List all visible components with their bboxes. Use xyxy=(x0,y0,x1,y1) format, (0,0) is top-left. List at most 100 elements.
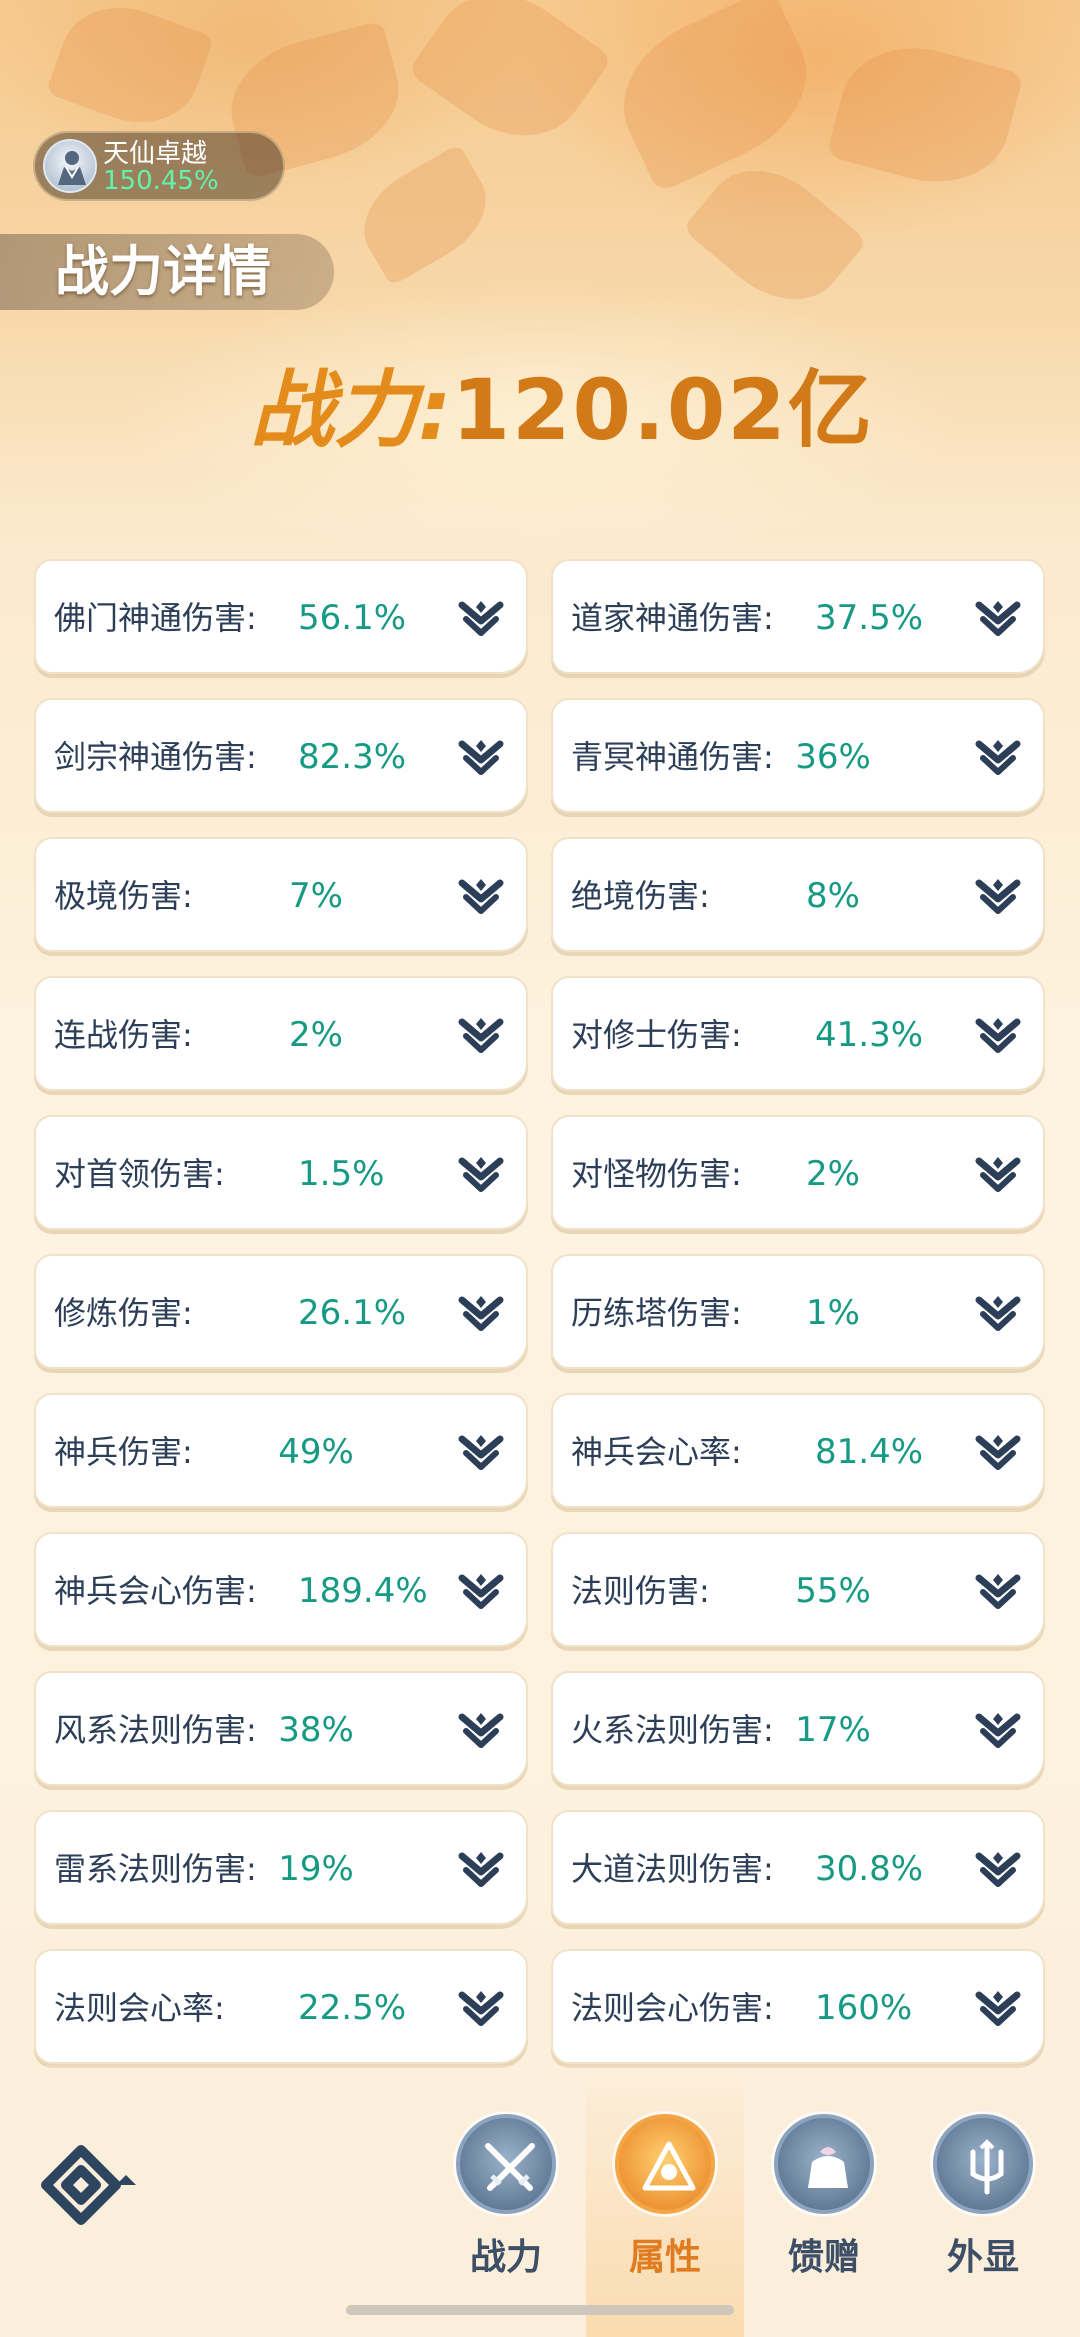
chevron-down-icon[interactable] xyxy=(975,599,1021,639)
rank-name: 天仙卓越 xyxy=(103,139,208,169)
stat-label: 道家神通伤害: xyxy=(571,599,774,637)
stat-card[interactable]: 青冥神通伤害: 36% xyxy=(551,698,1045,813)
stat-value: 8% xyxy=(806,876,860,916)
stat-value: 2% xyxy=(806,1154,860,1194)
stat-card[interactable]: 法则会心率: 22.5% xyxy=(34,1949,528,2064)
chevron-down-icon[interactable] xyxy=(458,1294,504,1334)
crossed-swords-icon xyxy=(456,2114,556,2214)
chevron-down-icon[interactable] xyxy=(975,1155,1021,1195)
power-label: 战力 xyxy=(250,361,419,459)
stat-label: 神兵会心伤害: xyxy=(54,1572,257,1610)
stat-value: 55% xyxy=(795,1571,871,1611)
stat-label: 青冥神通伤害: xyxy=(571,738,774,776)
chevron-down-icon[interactable] xyxy=(458,1711,504,1751)
stat-label: 剑宗神通伤害: xyxy=(54,738,257,776)
stat-value: 1% xyxy=(806,1293,860,1333)
stat-label: 法则会心率: xyxy=(54,1989,225,2027)
chevron-down-icon[interactable] xyxy=(458,1989,504,2029)
tab-gifts[interactable]: 馈赠 xyxy=(764,2110,884,2290)
stat-value: 17% xyxy=(795,1710,871,1750)
chevron-down-icon[interactable] xyxy=(975,1989,1021,2029)
tab-label-appearance: 外显 xyxy=(946,2237,1019,2278)
page-title-tag: 战力详情 xyxy=(0,234,334,310)
stat-label: 连战伤害: xyxy=(54,1016,193,1054)
stat-card[interactable]: 风系法则伤害: 38% xyxy=(34,1671,528,1786)
stat-card[interactable]: 神兵会心伤害: 189.4% xyxy=(34,1532,528,1647)
stat-card[interactable]: 法则会心伤害: 160% xyxy=(551,1949,1045,2064)
chevron-down-icon[interactable] xyxy=(975,1433,1021,1473)
chevron-down-icon[interactable] xyxy=(458,1572,504,1612)
chevron-down-icon[interactable] xyxy=(458,738,504,778)
game-logo-icon[interactable] xyxy=(36,2140,146,2230)
chevron-down-icon[interactable] xyxy=(975,1711,1021,1751)
stat-card[interactable]: 绝境伤害: 8% xyxy=(551,837,1045,952)
triangle-emblem-icon xyxy=(615,2114,715,2214)
chevron-down-icon[interactable] xyxy=(975,738,1021,778)
chevron-down-icon[interactable] xyxy=(458,1850,504,1890)
stat-label: 历练塔伤害: xyxy=(571,1294,742,1332)
power-display: 战力:120.02亿 xyxy=(250,360,874,460)
tab-attributes[interactable]: 属性 xyxy=(605,2110,725,2290)
stat-card[interactable]: 剑宗神通伤害: 82.3% xyxy=(34,698,528,813)
stat-value: 7% xyxy=(289,876,343,916)
tab-label-attributes: 属性 xyxy=(628,2237,701,2278)
chevron-down-icon[interactable] xyxy=(458,1016,504,1056)
stat-card[interactable]: 对修士伤害: 41.3% xyxy=(551,976,1045,1091)
chevron-down-icon[interactable] xyxy=(458,877,504,917)
stat-label: 大道法则伤害: xyxy=(571,1850,774,1888)
stat-card[interactable]: 历练塔伤害: 1% xyxy=(551,1254,1045,1369)
stat-card[interactable]: 雷系法则伤害: 19% xyxy=(34,1810,528,1925)
stat-card[interactable]: 对首领伤害: 1.5% xyxy=(34,1115,528,1230)
stat-label: 神兵伤害: xyxy=(54,1433,193,1471)
chevron-down-icon[interactable] xyxy=(458,599,504,639)
home-indicator[interactable] xyxy=(346,2305,734,2315)
immortal-avatar-icon xyxy=(43,139,97,193)
chevron-down-icon[interactable] xyxy=(975,1850,1021,1890)
stat-label: 对怪物伤害: xyxy=(571,1155,742,1193)
chevron-down-icon[interactable] xyxy=(458,1155,504,1195)
stat-label: 对修士伤害: xyxy=(571,1016,742,1054)
stat-label: 雷系法则伤害: xyxy=(54,1850,257,1888)
chevron-down-icon[interactable] xyxy=(458,1433,504,1473)
stat-value: 19% xyxy=(278,1849,354,1889)
stat-label: 风系法则伤害: xyxy=(54,1711,257,1749)
stat-card[interactable]: 道家神通伤害: 37.5% xyxy=(551,559,1045,674)
stat-label: 佛门神通伤害: xyxy=(54,599,257,637)
tab-appearance[interactable]: 外显 xyxy=(923,2110,1043,2290)
stat-label: 绝境伤害: xyxy=(571,877,710,915)
chevron-down-icon[interactable] xyxy=(975,1294,1021,1334)
tab-label-gifts: 馈赠 xyxy=(787,2237,860,2278)
stat-card[interactable]: 神兵伤害: 49% xyxy=(34,1393,528,1508)
stat-card[interactable]: 神兵会心率: 81.4% xyxy=(551,1393,1045,1508)
stat-label: 火系法则伤害: xyxy=(571,1711,774,1749)
stat-value: 38% xyxy=(278,1710,354,1750)
stat-value: 2% xyxy=(289,1015,343,1055)
stat-label: 神兵会心率: xyxy=(571,1433,742,1471)
power-colon: : xyxy=(418,361,452,459)
stat-label: 法则会心伤害: xyxy=(571,1989,774,2027)
stat-card[interactable]: 极境伤害: 7% xyxy=(34,837,528,952)
stat-label: 对首领伤害: xyxy=(54,1155,225,1193)
tab-label-power: 战力 xyxy=(469,2237,542,2278)
page-title: 战力详情 xyxy=(55,240,271,303)
chevron-down-icon[interactable] xyxy=(975,877,1021,917)
rank-badge[interactable]: 天仙卓越 150.45% xyxy=(33,131,285,201)
tab-power[interactable]: 战力 xyxy=(446,2110,566,2290)
stat-card[interactable]: 佛门神通伤害: 56.1% xyxy=(34,559,528,674)
stat-card[interactable]: 法则伤害: 55% xyxy=(551,1532,1045,1647)
stat-card[interactable]: 火系法则伤害: 17% xyxy=(551,1671,1045,1786)
stat-label: 修炼伤害: xyxy=(54,1294,193,1332)
rank-percent: 150.45% xyxy=(103,166,219,196)
stat-card[interactable]: 大道法则伤害: 30.8% xyxy=(551,1810,1045,1925)
stat-card[interactable]: 连战伤害: 2% xyxy=(34,976,528,1091)
chevron-down-icon[interactable] xyxy=(975,1572,1021,1612)
stat-value: 36% xyxy=(795,737,871,777)
trident-crest-icon xyxy=(933,2114,1033,2214)
stat-card[interactable]: 修炼伤害: 26.1% xyxy=(34,1254,528,1369)
stat-value: 49% xyxy=(278,1432,354,1472)
stat-label: 极境伤害: xyxy=(54,877,193,915)
chevron-down-icon[interactable] xyxy=(975,1016,1021,1056)
stat-card[interactable]: 对怪物伤害: 2% xyxy=(551,1115,1045,1230)
power-value: 120.02亿 xyxy=(451,361,874,459)
gift-bag-icon xyxy=(774,2114,874,2214)
